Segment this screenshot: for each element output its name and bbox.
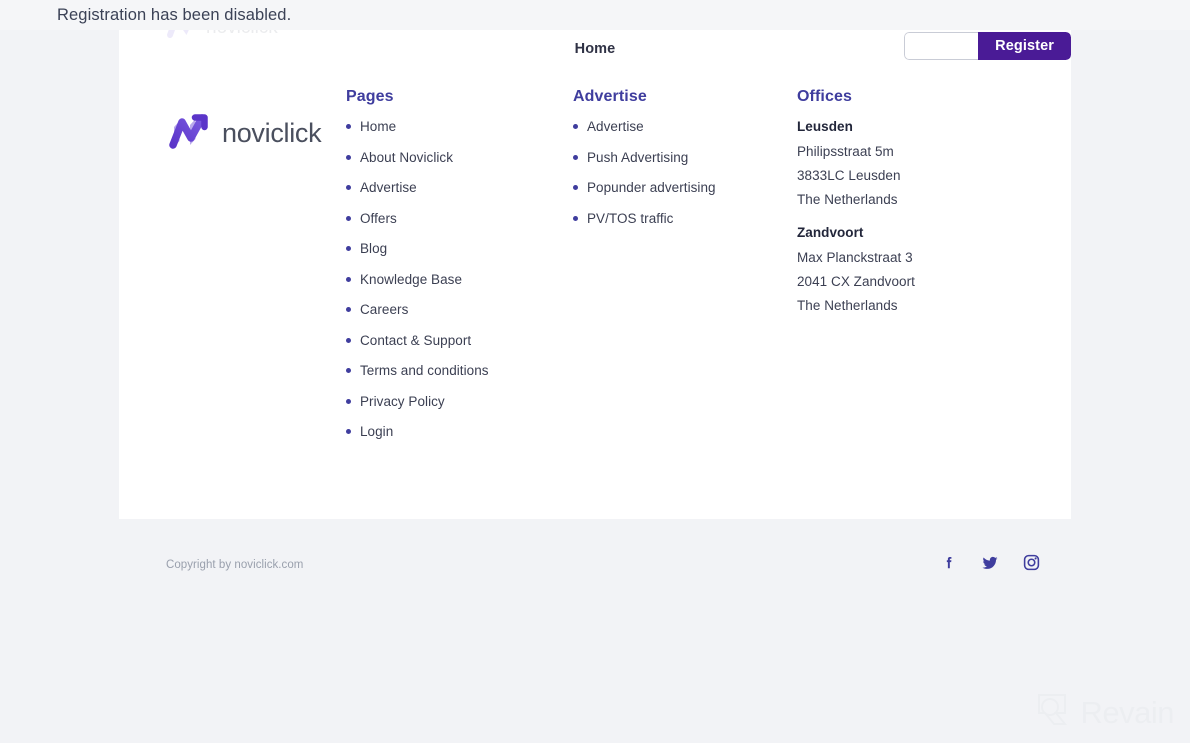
register-form: Register [904, 32, 1071, 60]
footer-bottom-bar: Copyright by noviclick.com [119, 545, 1071, 585]
list-item[interactable]: Popunder advertising [573, 180, 797, 196]
social-links [940, 553, 1071, 577]
office-address-line: Max Planckstraat 3 [797, 250, 913, 265]
register-button[interactable]: Register [978, 32, 1071, 60]
footer-column-advertise-title: Advertise [573, 88, 647, 105]
list-item[interactable]: Advertise [573, 119, 797, 135]
office-zandvoort: Zandvoort Max Planckstraat 3 2041 CX Zan… [797, 225, 1024, 313]
office-address-line: 2041 CX Zandvoort [797, 274, 915, 289]
list-item[interactable]: Advertise [346, 180, 573, 196]
list-item[interactable]: Careers [346, 302, 573, 318]
revain-watermark: Revain [1032, 690, 1175, 735]
revain-logo-icon [1032, 690, 1072, 735]
footer-column-offices: Offices Leusden Philipsstraat 5m 3833LC … [797, 88, 1024, 455]
list-item[interactable]: Blog [346, 241, 573, 257]
footer-brand-column: noviclick [119, 88, 346, 455]
office-leusden: Leusden Philipsstraat 5m 3833LC Leusden … [797, 119, 1024, 207]
revain-watermark-text: Revain [1080, 694, 1175, 730]
site-header: noviclick Home Register [119, 9, 1071, 68]
office-address-line: Philipsstraat 5m [797, 144, 894, 159]
copyright-text: Copyright by noviclick.com [166, 559, 304, 571]
office-city-name: Zandvoort [797, 225, 864, 240]
instagram-icon[interactable] [1022, 553, 1041, 577]
list-item[interactable]: Terms and conditions [346, 363, 573, 379]
list-item[interactable]: PV/TOS traffic [573, 211, 797, 227]
facebook-icon[interactable] [940, 554, 958, 577]
list-item[interactable]: Contact & Support [346, 333, 573, 349]
office-address-line: 3833LC Leusden [797, 168, 901, 183]
footer-pages-list: Home About Noviclick Advertise Offers Bl… [346, 119, 573, 440]
footer-column-pages: Pages Home About Noviclick Advertise Off… [346, 88, 573, 455]
list-item[interactable]: About Noviclick [346, 150, 573, 166]
office-address-line: The Netherlands [797, 298, 898, 313]
nav-link-home[interactable]: Home [575, 41, 616, 57]
footer-card: noviclick Home Register [119, 9, 1071, 519]
registration-alert-banner: Registration has been disabled. [0, 0, 1190, 30]
list-item[interactable]: Home [346, 119, 573, 135]
footer-advertise-list: Advertise Push Advertising Popunder adve… [573, 119, 797, 226]
footer-column-offices-title: Offices [797, 88, 852, 105]
footer-logo[interactable]: noviclick [166, 110, 346, 156]
office-address-line: The Netherlands [797, 192, 898, 207]
list-item[interactable]: Privacy Policy [346, 394, 573, 410]
list-item[interactable]: Offers [346, 211, 573, 227]
noviclick-arrow-logo-icon [166, 110, 212, 156]
footer-columns: noviclick Pages Home About Noviclick Adv… [119, 88, 1071, 455]
footer-column-advertise: Advertise Advertise Push Advertising Pop… [573, 88, 797, 455]
list-item[interactable]: Knowledge Base [346, 272, 573, 288]
list-item[interactable]: Login [346, 424, 573, 440]
footer-logo-wordmark: noviclick [222, 117, 322, 148]
footer-column-pages-title: Pages [346, 88, 394, 105]
alert-message: Registration has been disabled. [57, 5, 292, 24]
office-city-name: Leusden [797, 119, 853, 134]
twitter-icon[interactable] [980, 554, 1000, 577]
list-item[interactable]: Push Advertising [573, 150, 797, 166]
register-input[interactable] [904, 32, 979, 60]
